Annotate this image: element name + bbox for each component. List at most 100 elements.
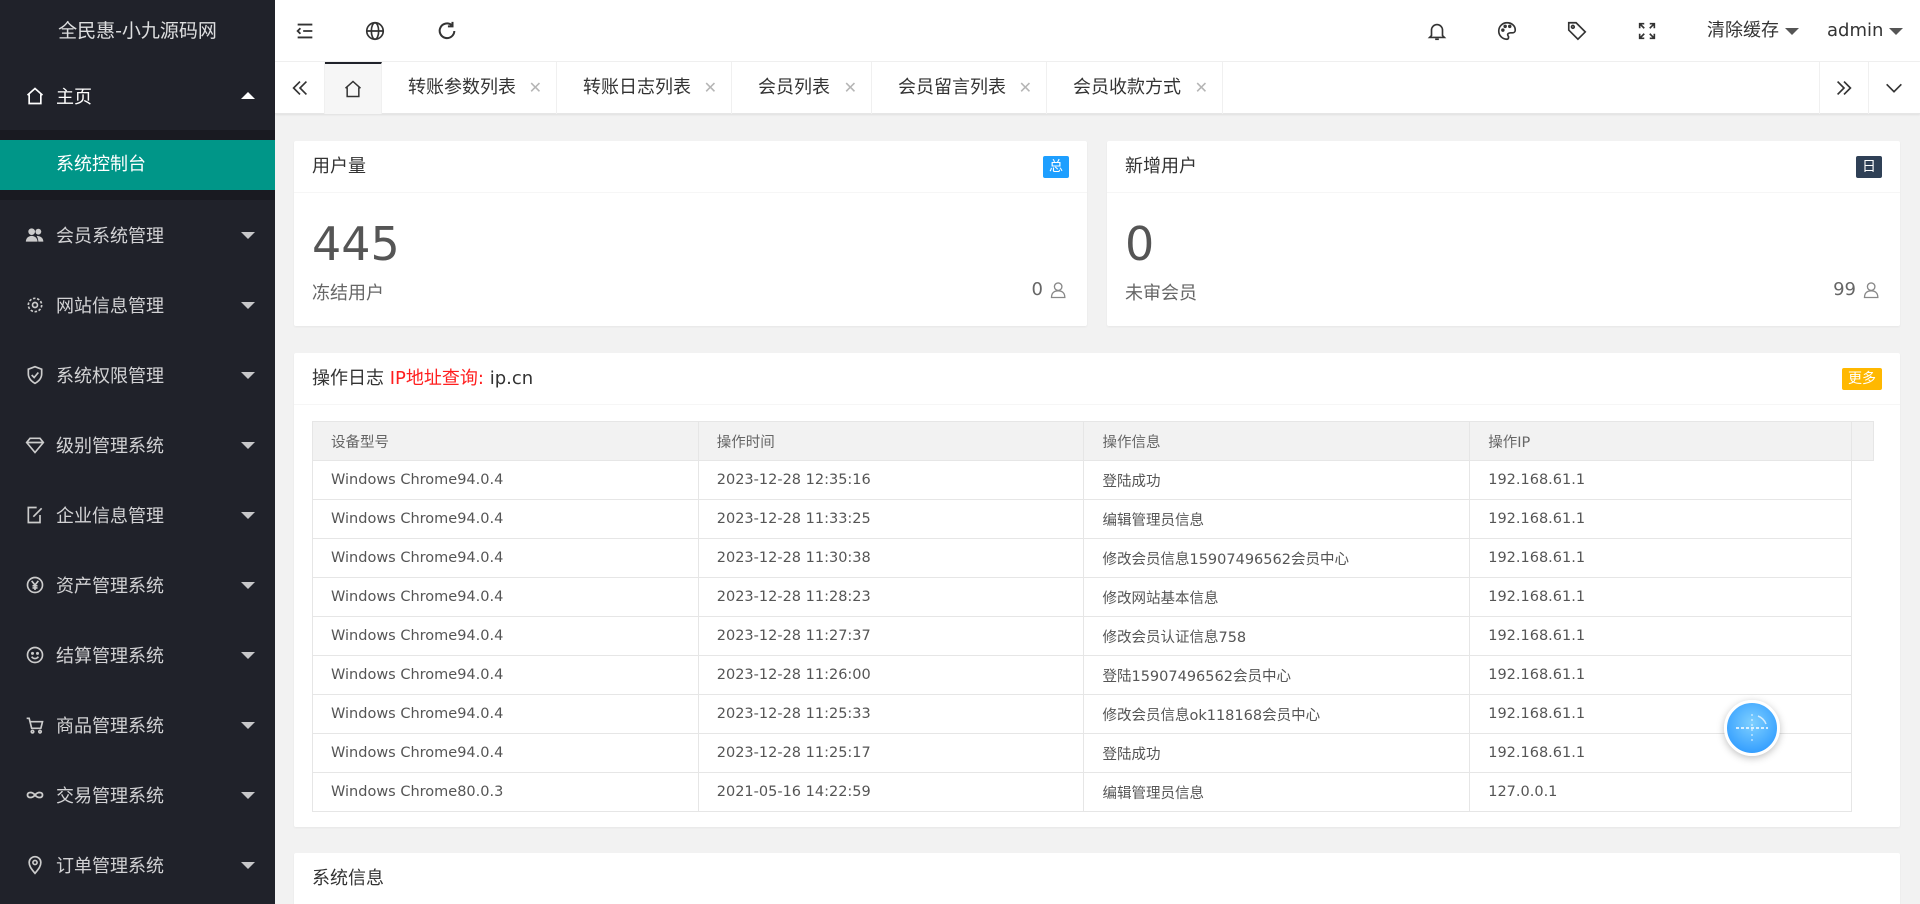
clear-cache-dropdown[interactable]: 清除缓存 <box>1707 0 1799 62</box>
caret-down-icon <box>241 582 255 589</box>
table-row: Windows Chrome94.0.4 2023-12-28 11:25:33 修… <box>312 694 1874 734</box>
tabs-prev-icon[interactable] <box>275 62 325 114</box>
caret-down-icon <box>241 302 255 309</box>
sidebar-item-console[interactable]: 系统控制台 <box>0 140 275 190</box>
sidebar-item-label: 级别管理系统 <box>56 436 164 457</box>
caret-down-icon <box>241 232 255 239</box>
table-cell: 2023-12-28 11:33:25 <box>697 499 1085 539</box>
table-row: Windows Chrome94.0.4 2023-12-28 11:28:23 修… <box>312 577 1874 617</box>
card-title: 新增用户 <box>1125 156 1197 177</box>
refresh-icon[interactable] <box>417 0 477 62</box>
table-cell: 2023-12-28 11:25:33 <box>697 694 1085 734</box>
table-cell: Windows Chrome94.0.4 <box>312 577 699 617</box>
new-users-value: 0 <box>1125 217 1155 271</box>
user-icon <box>1863 281 1879 298</box>
sidebar-item-site[interactable]: 网站信息管理 <box>0 270 275 340</box>
tab-member-payment[interactable]: 会员收款方式 ✕ <box>1047 62 1223 114</box>
palette-icon[interactable] <box>1477 0 1537 62</box>
table-cell: Windows Chrome94.0.4 <box>312 733 699 773</box>
user-name: admin <box>1827 20 1884 41</box>
operation-log-table: 设备型号 操作时间 操作信息 操作IP Windows Chrome94.0.4… <box>312 421 1875 812</box>
tab-label: 会员收款方式 <box>1073 77 1181 98</box>
fullscreen-icon[interactable] <box>1617 0 1677 62</box>
table-row: Windows Chrome94.0.4 2023-12-28 11:30:38 修… <box>312 538 1874 578</box>
table-cell: 2023-12-28 11:26:00 <box>697 655 1085 695</box>
table-cell: 192.168.61.1 <box>1469 499 1852 539</box>
card-header: 系统信息 <box>294 853 1900 904</box>
table-cell: 192.168.61.1 <box>1469 655 1852 695</box>
close-icon[interactable]: ✕ <box>844 62 857 114</box>
sidebar-item-label: 订单管理系统 <box>56 856 164 877</box>
floating-assistant-button[interactable] <box>1724 700 1780 756</box>
menu-toggle-icon[interactable] <box>275 0 335 62</box>
sidebar-item-permission[interactable]: 系统权限管理 <box>0 340 275 410</box>
top-header: 清除缓存 admin <box>275 0 1920 62</box>
close-icon[interactable]: ✕ <box>1019 62 1032 114</box>
unreviewed-members-stat: 99 <box>1833 279 1882 300</box>
more-button[interactable]: 更多 <box>1842 368 1882 390</box>
unreviewed-members-value: 99 <box>1833 279 1856 300</box>
column-header: 操作时间 <box>697 421 1085 461</box>
sidebar-item-company[interactable]: 企业信息管理 <box>0 480 275 550</box>
sidebar-item-orders[interactable]: 订单管理系统 <box>0 830 275 900</box>
ip-lookup-link[interactable]: ip.cn <box>490 368 533 389</box>
sidebar-item-home[interactable]: 主页 <box>0 62 275 130</box>
card-new-users: 新增用户 日 0 未审会员 99 <box>1107 141 1900 326</box>
table-cell: Windows Chrome94.0.4 <box>312 694 699 734</box>
sidebar-item-label: 交易管理系统 <box>56 786 164 807</box>
close-icon[interactable]: ✕ <box>704 62 717 114</box>
tabs-dropdown-icon[interactable] <box>1869 62 1919 114</box>
card-operation-log: 操作日志 IP地址查询: ip.cn 更多 设备型号 操作时间 操作信息 操作I… <box>294 353 1900 827</box>
tab-member-messages[interactable]: 会员留言列表 ✕ <box>872 62 1047 114</box>
users-icon <box>24 224 46 246</box>
sidebar-item-members[interactable]: 会员系统管理 <box>0 200 275 270</box>
frozen-users-stat: 0 <box>1032 279 1069 300</box>
table-cell: 2023-12-28 11:25:17 <box>697 733 1085 773</box>
table-cell: 2023-12-28 11:28:23 <box>697 577 1085 617</box>
close-icon[interactable]: ✕ <box>1195 62 1208 114</box>
table-row: Windows Chrome94.0.4 2023-12-28 11:25:17 登… <box>312 733 1874 773</box>
close-icon[interactable]: ✕ <box>529 62 542 114</box>
home-icon <box>24 85 46 107</box>
caret-down-icon <box>241 652 255 659</box>
tab-label: 转账日志列表 <box>583 77 691 98</box>
bell-icon[interactable] <box>1407 0 1467 62</box>
sidebar-item-assets[interactable]: 资产管理系统 <box>0 550 275 620</box>
frozen-users-label: 冻结用户 <box>312 283 384 304</box>
user-icon <box>1050 281 1066 298</box>
sidebar-item-trade[interactable]: 交易管理系统 <box>0 760 275 830</box>
badge-total: 总 <box>1043 156 1069 178</box>
table-cell: 2023-12-28 12:35:16 <box>697 460 1085 500</box>
table-row: Windows Chrome94.0.4 2023-12-28 11:26:00 登… <box>312 655 1874 695</box>
sidebar-item-goods[interactable]: 商品管理系统 <box>0 690 275 760</box>
tab-member-list[interactable]: 会员列表 ✕ <box>732 62 872 114</box>
edit-icon <box>24 504 46 526</box>
tag-icon[interactable] <box>1547 0 1607 62</box>
caret-down-icon <box>241 792 255 799</box>
tab-label: 会员列表 <box>758 77 830 98</box>
tab-home[interactable] <box>325 62 382 114</box>
card-system-info: 系统信息 <box>294 853 1900 904</box>
sidebar-item-label: 商品管理系统 <box>56 716 164 737</box>
user-dropdown[interactable]: admin <box>1827 0 1904 62</box>
tabs-next-icon[interactable] <box>1819 62 1869 114</box>
card-header: 操作日志 IP地址查询: ip.cn 更多 <box>294 353 1900 405</box>
table-cell: 192.168.61.1 <box>1469 694 1852 734</box>
globe-icon[interactable] <box>345 0 405 62</box>
tabs-bar: 转账参数列表 ✕ 转账日志列表 ✕ 会员列表 ✕ 会员留言列表 ✕ 会员收款方式 ✕ <box>275 62 1920 114</box>
sidebar-item-settlement[interactable]: 结算管理系统 <box>0 620 275 690</box>
table-cell: 127.0.0.1 <box>1469 772 1852 812</box>
table-cell: 192.168.61.1 <box>1469 616 1852 656</box>
table-row: Windows Chrome80.0.3 2021-05-16 14:22:59 编… <box>312 772 1874 812</box>
table-cell: 登陆15907496562会员中心 <box>1083 655 1471 695</box>
table-cell: Windows Chrome94.0.4 <box>312 616 699 656</box>
tab-transfer-log[interactable]: 转账日志列表 ✕ <box>557 62 732 114</box>
table-cell: Windows Chrome80.0.3 <box>312 772 699 812</box>
sidebar-item-level[interactable]: 级别管理系统 <box>0 410 275 480</box>
tab-label: 转账参数列表 <box>408 77 516 98</box>
tab-transfer-params[interactable]: 转账参数列表 ✕ <box>382 62 557 114</box>
card-user-count: 用户量 总 445 冻结用户 0 <box>294 141 1087 326</box>
caret-up-icon <box>241 92 255 99</box>
tab-label: 会员留言列表 <box>898 77 1006 98</box>
table-cell: 修改会员信息ok118168会员中心 <box>1083 694 1471 734</box>
